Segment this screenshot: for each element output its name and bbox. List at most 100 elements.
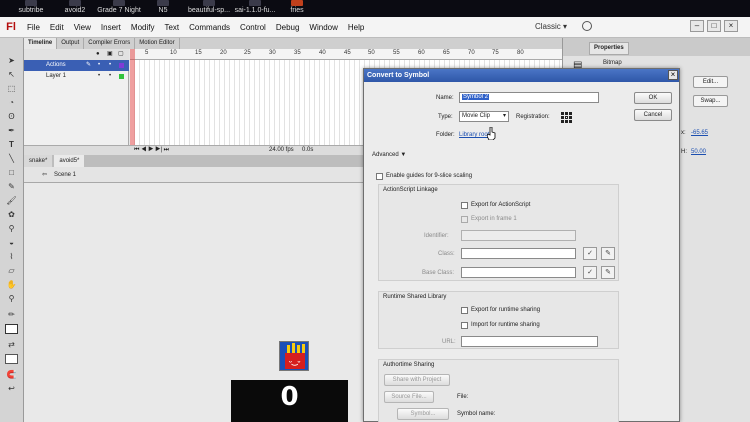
- minimize-button[interactable]: –: [690, 20, 704, 32]
- lock-icon[interactable]: ▣: [107, 49, 113, 60]
- menu-view[interactable]: View: [69, 17, 96, 38]
- menu-commands[interactable]: Commands: [184, 17, 235, 38]
- h-value[interactable]: 50.00: [691, 149, 706, 155]
- search-icon[interactable]: [582, 21, 592, 31]
- menu-insert[interactable]: Insert: [96, 17, 126, 38]
- import-runtime-checkbox[interactable]: [461, 322, 468, 329]
- playback-controls[interactable]: ⏮ ◀ ▶ ▶| ⏭: [134, 147, 169, 154]
- hand-tool-icon[interactable]: ✋: [5, 280, 18, 290]
- edit-base-class-icon[interactable]: ✎: [601, 266, 615, 279]
- desktop-item[interactable]: sai-1.1.0-fu...: [232, 0, 278, 17]
- outline-icon[interactable]: ▢: [118, 49, 124, 60]
- lasso-tool-icon[interactable]: ʘ: [5, 112, 18, 122]
- maximize-button[interactable]: □: [707, 20, 721, 32]
- x-value[interactable]: -65.65: [691, 130, 708, 136]
- menu-edit[interactable]: Edit: [45, 17, 69, 38]
- fps-readout[interactable]: 24.00 fps: [269, 147, 294, 153]
- eyedropper-icon[interactable]: ⌇: [5, 252, 18, 262]
- ok-button[interactable]: OK: [634, 92, 672, 104]
- identifier-field[interactable]: [461, 230, 576, 241]
- tab-document[interactable]: snake*: [24, 155, 53, 167]
- transform-tool-icon[interactable]: ⬚: [5, 84, 18, 94]
- layer-visible-dot[interactable]: •: [98, 71, 100, 82]
- close-icon[interactable]: ×: [668, 70, 678, 80]
- source-file-button[interactable]: Source File...: [384, 391, 434, 403]
- snap-icon[interactable]: 🧲: [5, 370, 18, 380]
- advanced-toggle[interactable]: Advanced ▼: [372, 152, 406, 158]
- pencil-tool-icon[interactable]: ✎: [5, 182, 18, 192]
- menu-window[interactable]: Window: [304, 17, 342, 38]
- edit-class-icon[interactable]: ✎: [601, 247, 615, 260]
- share-with-project-button[interactable]: Share with Project: [384, 374, 450, 386]
- back-arrow-icon[interactable]: ⇦: [42, 167, 47, 183]
- workspace-switcher[interactable]: Classic ▾: [535, 22, 567, 31]
- tab-output[interactable]: Output: [57, 38, 85, 49]
- deco-tool-icon[interactable]: ✿: [5, 210, 18, 220]
- menu-debug[interactable]: Debug: [271, 17, 305, 38]
- eye-icon[interactable]: ●: [96, 49, 100, 60]
- rectangle-tool-icon[interactable]: □: [5, 168, 18, 178]
- symbol-button[interactable]: Symbol...: [397, 408, 449, 420]
- desktop-item[interactable]: avoid2: [52, 0, 98, 17]
- folder-link[interactable]: Library root: [459, 132, 489, 138]
- menu-file[interactable]: File: [22, 17, 45, 38]
- close-button[interactable]: ×: [724, 20, 738, 32]
- ruler-tick: 75: [492, 50, 499, 56]
- export-runtime-checkbox[interactable]: [461, 307, 468, 314]
- smooth-icon[interactable]: ↩: [5, 384, 18, 394]
- layer-lock-dot[interactable]: •: [109, 71, 111, 82]
- text-tool-icon[interactable]: T: [5, 140, 18, 150]
- 3d-rotation-tool-icon[interactable]: ◔: [5, 98, 18, 108]
- layer-row-actions[interactable]: Actions ✎ • •: [24, 60, 129, 71]
- ruler-tick: 40: [319, 50, 326, 56]
- workspace-label: Classic: [535, 22, 561, 31]
- layer-lock-dot[interactable]: •: [109, 60, 111, 71]
- tab-properties[interactable]: Properties: [589, 42, 629, 55]
- menu-control[interactable]: Control: [235, 17, 271, 38]
- line-tool-icon[interactable]: ╲: [5, 154, 18, 164]
- fill-color-swatch[interactable]: [5, 324, 18, 334]
- eraser-icon[interactable]: ▱: [5, 266, 18, 276]
- selection-tool-icon[interactable]: ➤: [5, 56, 18, 66]
- nine-slice-checkbox[interactable]: [376, 173, 383, 180]
- menu-modify[interactable]: Modify: [126, 17, 160, 38]
- playhead[interactable]: [130, 49, 135, 149]
- registration-grid-icon[interactable]: [561, 112, 573, 124]
- desktop-item[interactable]: fries: [274, 0, 320, 17]
- pen-tool-icon[interactable]: ✒: [5, 126, 18, 136]
- layer-row-layer1[interactable]: Layer 1 • •: [24, 71, 129, 82]
- tab-compiler-errors[interactable]: Compiler Errors: [84, 38, 136, 49]
- validate-base-class-icon[interactable]: ✓: [583, 266, 597, 279]
- fries-sprite[interactable]: ᵕ‿ᵕ: [279, 341, 309, 371]
- desktop-item[interactable]: Grade 7 Night: [96, 0, 142, 17]
- tab-timeline[interactable]: Timeline: [24, 38, 58, 49]
- swap-colors-icon[interactable]: ⇄: [5, 340, 18, 350]
- menu-text[interactable]: Text: [159, 17, 184, 38]
- edit-bitmap-button[interactable]: Edit...: [693, 76, 728, 88]
- type-select[interactable]: Movie Clip ▾: [459, 111, 509, 122]
- brush-tool-icon[interactable]: 🖌: [5, 196, 18, 206]
- desktop-item[interactable]: beautiful-sp...: [186, 0, 232, 17]
- stroke-color-icon[interactable]: ✏: [5, 310, 18, 320]
- desktop-item[interactable]: subtribe: [8, 0, 54, 17]
- tab-document-active[interactable]: avoid5*: [54, 155, 85, 167]
- url-field[interactable]: [461, 336, 598, 347]
- validate-class-icon[interactable]: ✓: [583, 247, 597, 260]
- paint-bucket-icon[interactable]: ◒: [5, 238, 18, 248]
- cancel-button[interactable]: Cancel: [634, 109, 672, 121]
- layer-visible-dot[interactable]: •: [98, 60, 100, 71]
- frame-ruler[interactable]: 5 10 15 20 25 30 35 40 45 50 55 60 65 70…: [130, 49, 562, 149]
- symbol-name-field[interactable]: Symbol 2: [459, 92, 599, 103]
- swap-bitmap-button[interactable]: Swap...: [693, 95, 728, 107]
- subselection-tool-icon[interactable]: ↖: [5, 70, 18, 80]
- menu-help[interactable]: Help: [343, 17, 369, 38]
- zoom-tool-icon[interactable]: ⚲: [5, 294, 18, 304]
- desktop-item[interactable]: N5: [140, 0, 186, 17]
- export-actionscript-checkbox[interactable]: [461, 202, 468, 209]
- class-field[interactable]: [461, 248, 576, 259]
- tab-motion-editor[interactable]: Motion Editor: [135, 38, 180, 49]
- export-frame-checkbox[interactable]: [461, 216, 468, 223]
- bone-tool-icon[interactable]: ⚲: [5, 224, 18, 234]
- default-colors-icon[interactable]: [5, 354, 18, 364]
- base-class-field[interactable]: [461, 267, 576, 278]
